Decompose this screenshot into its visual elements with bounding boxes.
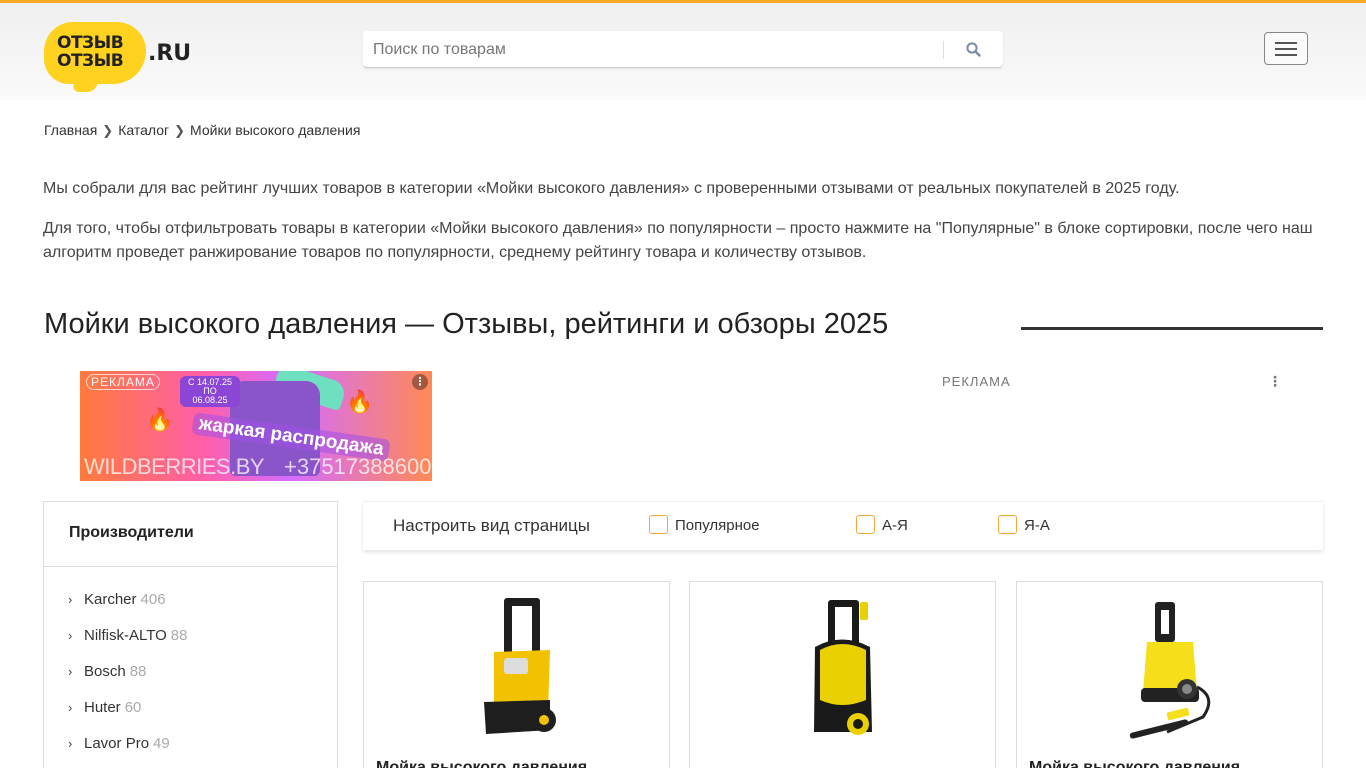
product-name[interactable]: Мойка высокого давления — [1029, 759, 1240, 768]
chevron-right-icon: › — [68, 700, 73, 715]
breadcrumb: Главная ❯ Каталог ❯ Мойки высокого давления — [44, 122, 360, 139]
manufacturers-panel: Производители › Karcher 406 › Nilfisk-ALTO 8… — [43, 501, 338, 768]
search-divider — [943, 41, 944, 59]
sort-option-a-z[interactable]: А-Я — [856, 515, 908, 535]
sort-option-label: Я-А — [1024, 517, 1050, 534]
chevron-right-icon: › — [68, 664, 73, 679]
manufacturer-count: 406 — [140, 591, 166, 608]
manufacturer-name: Karcher — [84, 591, 137, 608]
manufacturers-list: › Karcher 406 › Nilfisk-ALTO 88 › Bosch 88 › Hu… — [44, 567, 337, 768]
manufacturer-item[interactable]: › Nilfisk-ALTO 88 — [68, 627, 337, 663]
pressure-washer-image — [814, 600, 872, 735]
chevron-right-icon: › — [68, 592, 73, 607]
title-rule — [1021, 327, 1323, 330]
manufacturer-count: 49 — [153, 735, 170, 752]
menu-toggle-button[interactable] — [1264, 32, 1308, 65]
menu-icon-bar-2 — [1275, 48, 1297, 50]
ad-dates: С 14.07.25 ПО 06.08.25 — [180, 376, 240, 407]
ad-brand: WILDBERRIES.BY — [84, 454, 265, 479]
ad-label: РЕКЛАМА — [942, 374, 1011, 389]
intro-text: Мы собрали для вас рейтинг лучших товаро… — [43, 177, 1333, 281]
logo-line-2: ОТЗЫВ — [57, 51, 124, 71]
manufacturer-item[interactable]: › Huter 60 — [68, 699, 337, 735]
chevron-right-icon: ❯ — [174, 123, 186, 138]
manufacturer-name: Huter — [84, 699, 121, 716]
ad-options-icon[interactable]: ⋮ — [412, 374, 428, 390]
manufacturer-item[interactable]: › Bosch 88 — [68, 663, 337, 699]
checkbox[interactable] — [998, 515, 1017, 535]
chevron-right-icon: ❯ — [102, 123, 114, 138]
menu-icon-bar-1 — [1275, 42, 1297, 44]
sort-option-z-a[interactable]: Я-А — [998, 515, 1050, 535]
sort-option-popular[interactable]: Популярное — [649, 515, 760, 535]
chevron-right-icon: › — [68, 628, 73, 643]
search-icon — [966, 42, 981, 57]
manufacturer-name: Bosch — [84, 663, 126, 680]
ad-banner[interactable]: 🔥 🔥 РЕКЛАМА С 14.07.25 ПО 06.08.25 жарка… — [80, 371, 432, 481]
search-bar — [363, 31, 1003, 68]
sort-label: Настроить вид страницы — [393, 516, 590, 535]
manufacturer-item[interactable]: › Karcher 406 — [68, 591, 337, 627]
logo-domain-suffix: .RU — [148, 41, 192, 66]
search-input[interactable] — [363, 31, 943, 68]
manufacturer-count: 88 — [129, 663, 147, 680]
fire-icon: 🔥 — [346, 389, 374, 414]
manufacturers-title: Производители — [44, 502, 337, 567]
fire-icon: 🔥 — [146, 407, 174, 432]
checkbox[interactable] — [649, 515, 668, 535]
intro-paragraph-2: Для того, чтобы отфильтровать товары в к… — [43, 220, 1313, 261]
manufacturer-count: 88 — [170, 627, 188, 644]
logo-text: ОТЗЫВ ОТЗЫВ — [57, 34, 137, 70]
site-header: ОТЗЫВ ОТЗЫВ .RU — [0, 0, 1366, 100]
sort-bar: Настроить вид страницы Популярное А-Я Я-… — [363, 501, 1323, 550]
breadcrumb-home-link[interactable]: Главная — [44, 122, 97, 138]
manufacturer-name: Nilfisk-ALTO — [84, 627, 167, 644]
menu-icon-bar-3 — [1275, 54, 1297, 56]
manufacturer-item[interactable]: › Lavor Pro 49 — [68, 735, 337, 768]
product-card[interactable]: Мойка высокого давления — [1016, 581, 1323, 768]
search-button[interactable] — [953, 31, 993, 68]
pressure-washer-image — [1129, 602, 1211, 739]
pressure-washer-image — [484, 598, 556, 734]
manufacturer-name: Lavor Pro — [84, 735, 150, 752]
product-card[interactable] — [689, 581, 996, 768]
manufacturer-count: 60 — [124, 699, 142, 716]
product-name[interactable]: Мойка высокого давления — [376, 759, 587, 768]
ad-phone: +375173886000 — [284, 454, 432, 479]
intro-paragraph-1: Мы собрали для вас рейтинг лучших товаро… — [43, 180, 1180, 197]
checkbox[interactable] — [856, 515, 875, 535]
product-card[interactable]: Мойка высокого давления — [363, 581, 670, 768]
chevron-right-icon: › — [68, 736, 73, 751]
ad-tag: РЕКЛАМА — [86, 374, 160, 390]
page-title: Мойки высокого давления — Отзывы, рейтин… — [44, 308, 889, 340]
site-logo[interactable]: ОТЗЫВ ОТЗЫВ .RU — [44, 22, 204, 92]
breadcrumb-current: Мойки высокого давления — [190, 122, 361, 138]
sort-option-label: Популярное — [675, 517, 760, 534]
breadcrumb-catalog-link[interactable]: Каталог — [118, 122, 169, 138]
logo-line-1: ОТЗЫВ — [57, 33, 124, 53]
ad-options-icon[interactable]: ⋮ — [1268, 373, 1282, 390]
sort-option-label: А-Я — [882, 517, 908, 534]
